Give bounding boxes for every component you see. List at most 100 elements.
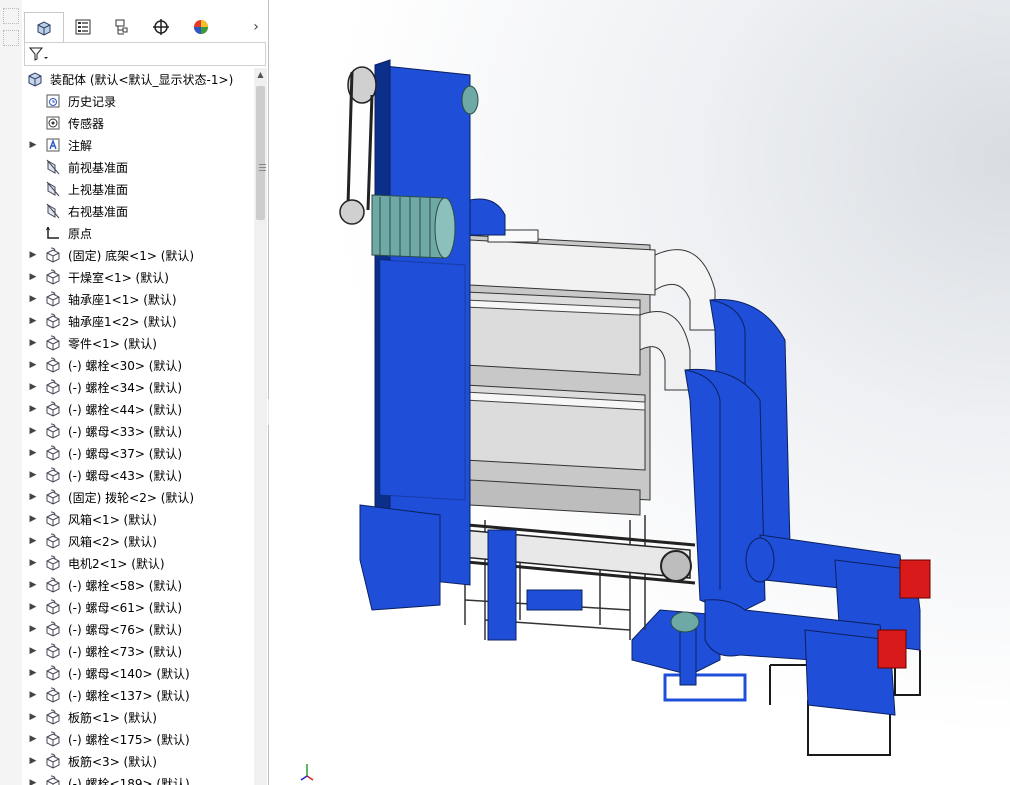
expand-arrow-icon[interactable]: ▶ bbox=[28, 294, 38, 304]
tree-item[interactable]: ▶ (固定) 拨轮<2> (默认) bbox=[22, 486, 254, 508]
sensor-icon bbox=[44, 114, 62, 132]
part-icon bbox=[44, 598, 62, 616]
expand-arrow-icon[interactable]: ▶ bbox=[28, 448, 38, 458]
expand-arrow-icon[interactable]: ▶ bbox=[28, 382, 38, 392]
tree-scrollbar[interactable]: ▲ bbox=[254, 68, 267, 785]
tree-item[interactable]: ▶ (-) 螺母<61> (默认) bbox=[22, 596, 254, 618]
tree-item[interactable]: ▶ 干燥室<1> (默认) bbox=[22, 266, 254, 288]
tree-item-label: (-) 螺母<61> (默认) bbox=[68, 600, 183, 615]
expand-arrow-icon[interactable]: ▶ bbox=[28, 778, 38, 785]
tree-item-label: 板筋<1> (默认) bbox=[68, 710, 157, 725]
tree-item[interactable]: 右视基准面 bbox=[22, 200, 254, 222]
tree-item[interactable]: ▶ (-) 螺母<43> (默认) bbox=[22, 464, 254, 486]
part-icon bbox=[44, 554, 62, 572]
part-icon bbox=[44, 356, 62, 374]
part-icon bbox=[44, 334, 62, 352]
tree-item[interactable]: 传感器 bbox=[22, 112, 254, 134]
expand-arrow-icon[interactable]: ▶ bbox=[28, 580, 38, 590]
part-icon bbox=[44, 752, 62, 770]
tree-item-label: 轴承座1<2> (默认) bbox=[68, 314, 177, 329]
tree-item[interactable]: 原点 bbox=[22, 222, 254, 244]
plane-icon bbox=[44, 180, 62, 198]
property-manager-icon bbox=[75, 19, 91, 35]
tree-item[interactable]: ▶ 注解 bbox=[22, 134, 254, 156]
expand-arrow-icon[interactable]: ▶ bbox=[28, 646, 38, 656]
appearance-icon bbox=[194, 20, 208, 34]
tree-item-label: 注解 bbox=[68, 138, 93, 153]
tree-item[interactable]: ▶ 轴承座1<2> (默认) bbox=[22, 310, 254, 332]
tree-item[interactable]: ▶ (-) 螺母<33> (默认) bbox=[22, 420, 254, 442]
tree-item-label: (-) 螺栓<73> (默认) bbox=[68, 644, 183, 659]
part-icon bbox=[44, 774, 62, 785]
expand-arrow-icon[interactable]: ▶ bbox=[28, 602, 38, 612]
assembly-3d-model bbox=[339, 59, 931, 756]
part-icon bbox=[44, 730, 62, 748]
part-icon bbox=[44, 686, 62, 704]
scroll-thumb[interactable] bbox=[256, 86, 266, 220]
tab-display-manager[interactable] bbox=[182, 12, 220, 42]
expand-arrow-icon[interactable]: ▶ bbox=[28, 404, 38, 414]
tree-item-label: 电机2<1> (默认) bbox=[68, 556, 165, 571]
tree-item-label: (-) 螺母<33> (默认) bbox=[68, 424, 183, 439]
mini-icon bbox=[3, 30, 19, 46]
expand-arrow-icon[interactable]: ▶ bbox=[28, 470, 38, 480]
expand-arrow-icon[interactable]: ▶ bbox=[28, 624, 38, 634]
expand-arrow-icon[interactable]: ▶ bbox=[28, 536, 38, 546]
tab-scroll-right-icon[interactable]: › bbox=[248, 18, 264, 36]
expand-arrow-icon[interactable]: ▶ bbox=[28, 140, 38, 150]
tree-item-label: (固定) 拨轮<2> (默认) bbox=[68, 490, 195, 505]
tab-configuration-manager[interactable] bbox=[102, 12, 140, 42]
expand-arrow-icon[interactable]: ▶ bbox=[28, 668, 38, 678]
expand-arrow-icon[interactable]: ▶ bbox=[28, 316, 38, 326]
tree-item[interactable]: ▶ (-) 螺母<140> (默认) bbox=[22, 662, 254, 684]
tab-feature-manager[interactable] bbox=[24, 12, 64, 43]
tab-property-manager[interactable] bbox=[64, 12, 102, 42]
tree-item[interactable]: ▶ (-) 螺栓<175> (默认) bbox=[22, 728, 254, 750]
expand-arrow-icon[interactable]: ▶ bbox=[28, 492, 38, 502]
expand-arrow-icon[interactable]: ▶ bbox=[28, 514, 38, 524]
scroll-up-icon[interactable]: ▲ bbox=[254, 68, 267, 82]
tree-item[interactable]: 上视基准面 bbox=[22, 178, 254, 200]
tree-item[interactable]: ▶ 板筋<1> (默认) bbox=[22, 706, 254, 728]
graphics-viewport[interactable] bbox=[269, 0, 1010, 785]
expand-arrow-icon[interactable]: ▶ bbox=[28, 360, 38, 370]
part-icon bbox=[44, 378, 62, 396]
tree-item-label: 原点 bbox=[68, 226, 93, 241]
tree-item[interactable]: ▶ (-) 螺栓<58> (默认) bbox=[22, 574, 254, 596]
expand-arrow-icon[interactable]: ▶ bbox=[28, 690, 38, 700]
tree-item[interactable]: 前视基准面 bbox=[22, 156, 254, 178]
tree-item[interactable]: ▶ (-) 螺栓<73> (默认) bbox=[22, 640, 254, 662]
tree-item-label: 上视基准面 bbox=[68, 182, 129, 197]
tree-item[interactable]: ▶ (-) 螺母<37> (默认) bbox=[22, 442, 254, 464]
expand-arrow-icon[interactable]: ▶ bbox=[28, 250, 38, 260]
annotation-icon bbox=[44, 136, 62, 154]
expand-arrow-icon[interactable]: ▶ bbox=[28, 558, 38, 568]
tree-item[interactable]: ▶ 电机2<1> (默认) bbox=[22, 552, 254, 574]
tree-item[interactable]: ▶ (-) 螺栓<44> (默认) bbox=[22, 398, 254, 420]
tree-item[interactable]: ▶ (-) 螺栓<30> (默认) bbox=[22, 354, 254, 376]
expand-arrow-icon[interactable]: ▶ bbox=[28, 426, 38, 436]
tree-item[interactable]: ▶ (-) 螺栓<137> (默认) bbox=[22, 684, 254, 706]
tree-item-label: 右视基准面 bbox=[68, 204, 129, 219]
tab-dimxpert-manager[interactable] bbox=[142, 12, 180, 42]
tree-item[interactable]: ▶ 板筋<3> (默认) bbox=[22, 750, 254, 772]
tree-item[interactable]: ▶ 风箱<1> (默认) bbox=[22, 508, 254, 530]
tree-root-assembly[interactable]: 装配体 (默认<默认_显示状态-1>) bbox=[22, 68, 254, 90]
expand-arrow-icon[interactable]: ▶ bbox=[28, 756, 38, 766]
tree-filter-bar[interactable] bbox=[24, 42, 266, 66]
expand-arrow-icon[interactable]: ▶ bbox=[28, 338, 38, 348]
tree-item[interactable]: ▶ (-) 螺栓<34> (默认) bbox=[22, 376, 254, 398]
expand-arrow-icon[interactable]: ▶ bbox=[28, 734, 38, 744]
part-icon bbox=[44, 400, 62, 418]
expand-arrow-icon[interactable]: ▶ bbox=[28, 712, 38, 722]
tree-item[interactable]: ▶ 轴承座1<1> (默认) bbox=[22, 288, 254, 310]
tree-item[interactable]: ▶ 风箱<2> (默认) bbox=[22, 530, 254, 552]
origin-icon bbox=[44, 224, 62, 242]
expand-arrow-icon[interactable]: ▶ bbox=[28, 272, 38, 282]
tree-item[interactable]: ▶ (固定) 底架<1> (默认) bbox=[22, 244, 254, 266]
tree-item[interactable]: ▶ (-) 螺母<76> (默认) bbox=[22, 618, 254, 640]
tree-item-label: (-) 螺母<43> (默认) bbox=[68, 468, 183, 483]
tree-item[interactable]: ▶ (-) 螺栓<189> (默认) bbox=[22, 772, 254, 785]
tree-item[interactable]: 历史记录 bbox=[22, 90, 254, 112]
tree-item[interactable]: ▶ 零件<1> (默认) bbox=[22, 332, 254, 354]
